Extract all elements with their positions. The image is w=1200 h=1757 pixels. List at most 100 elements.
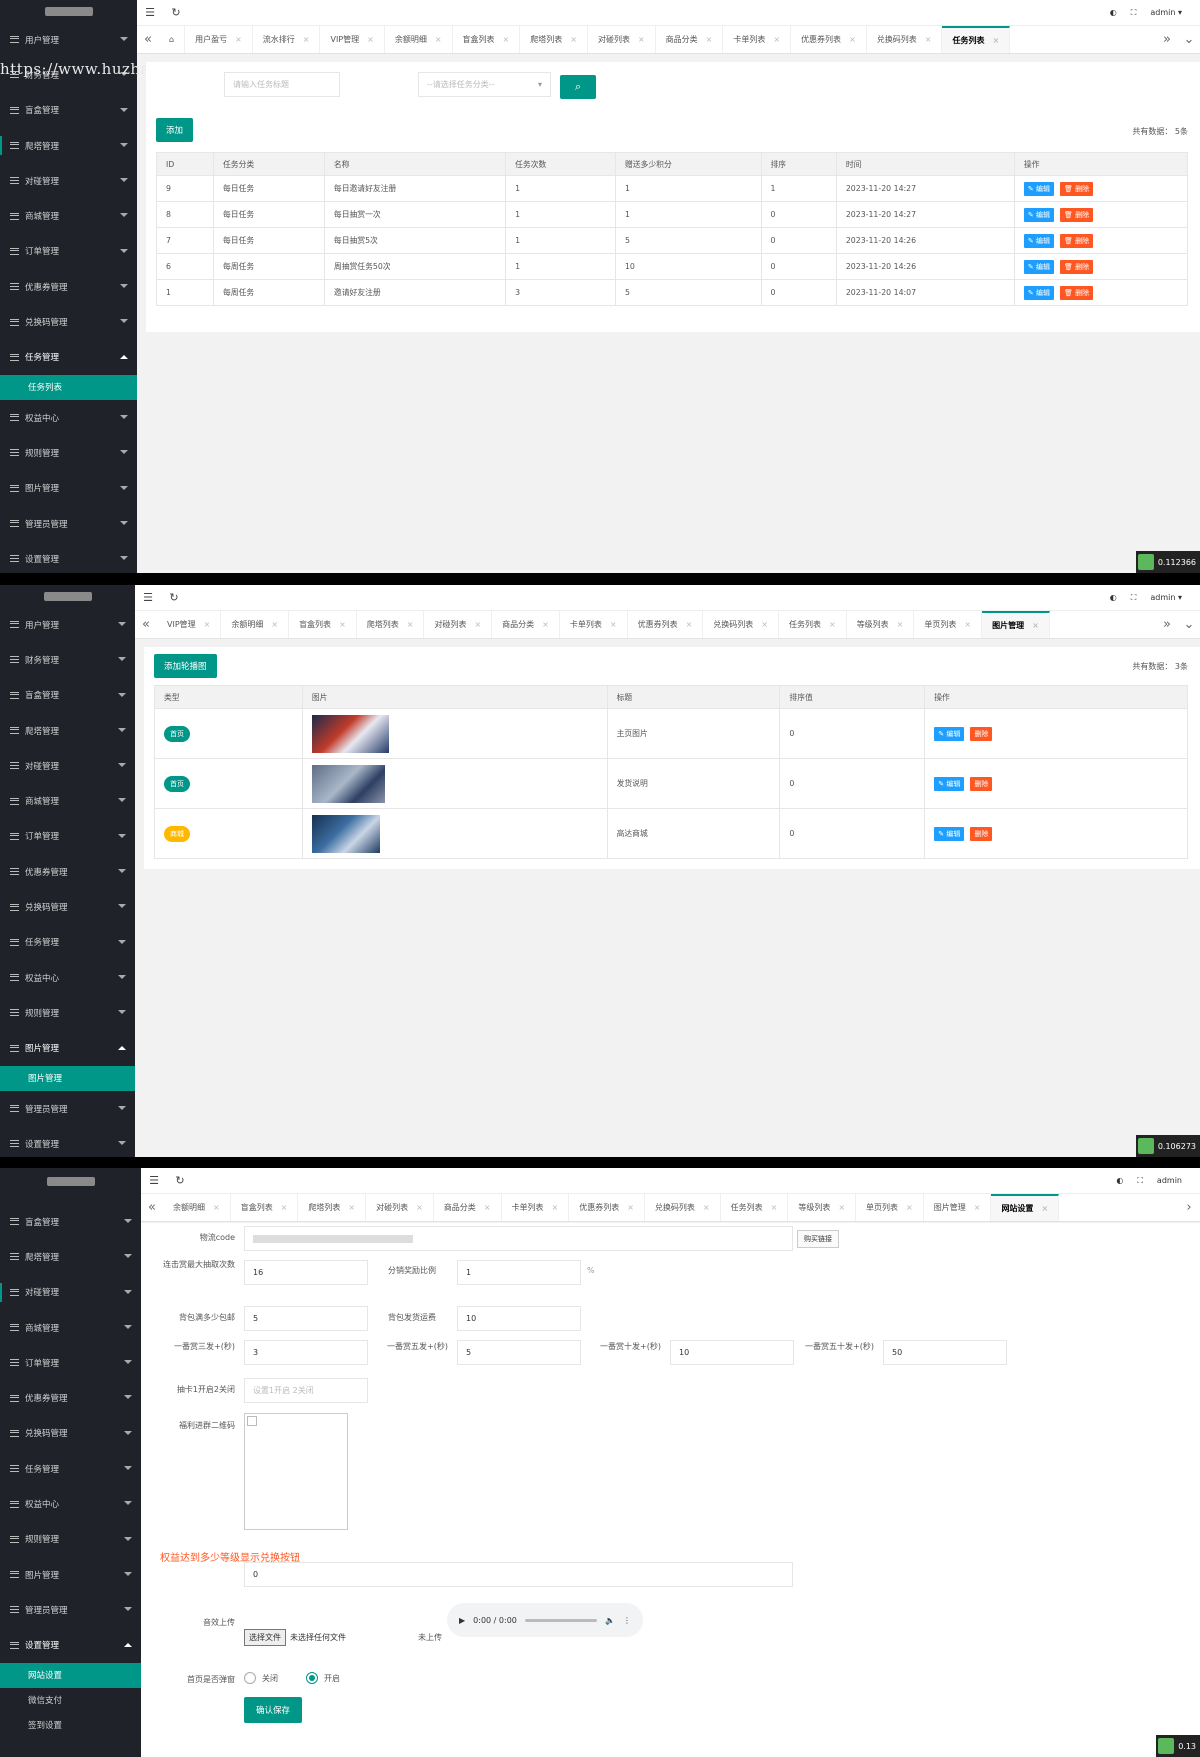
tab[interactable]: 任务列表 × bbox=[721, 1194, 789, 1221]
sidebar-subitem[interactable]: 图片管理 bbox=[0, 1065, 135, 1091]
fullscreen-icon[interactable]: ⛶ bbox=[1137, 1176, 1143, 1186]
tab[interactable]: 爬塔列表 × bbox=[298, 1194, 367, 1221]
sidebar-item[interactable]: 兑换码管理 bbox=[0, 1416, 141, 1451]
close-icon[interactable]: × bbox=[638, 35, 645, 44]
sidebar-item[interactable]: 规则管理 bbox=[0, 435, 137, 470]
close-icon[interactable]: × bbox=[235, 35, 242, 44]
buy-link-button[interactable]: 购买链接 bbox=[797, 1230, 839, 1248]
sidebar-subitem[interactable]: 网站设置 bbox=[0, 1662, 141, 1688]
tab[interactable]: 兑换码列表 × bbox=[645, 1194, 721, 1221]
close-icon[interactable]: × bbox=[281, 1203, 288, 1212]
tab[interactable]: 余额明细 × bbox=[385, 26, 453, 53]
sidebar-item[interactable]: 兑换码管理 bbox=[0, 304, 137, 339]
tab[interactable]: 商品分类 × bbox=[492, 611, 560, 638]
save-button[interactable]: 确认保存 bbox=[244, 1697, 303, 1723]
tabs-next-icon[interactable]: » bbox=[1156, 32, 1178, 47]
close-icon[interactable]: × bbox=[627, 1203, 634, 1212]
edit-button[interactable]: ✎ 编辑 bbox=[934, 826, 965, 841]
sidebar-item[interactable]: 规则管理 bbox=[0, 1522, 141, 1557]
ichiban50-input[interactable]: 50 bbox=[883, 1340, 1007, 1365]
tab[interactable]: 盲盒列表 × bbox=[453, 26, 521, 53]
delete-button[interactable]: 删除 bbox=[970, 826, 993, 841]
qrcode-image[interactable] bbox=[244, 1413, 348, 1530]
sidebar-subitem[interactable]: 微信支付 bbox=[0, 1688, 141, 1713]
close-icon[interactable]: × bbox=[838, 1203, 845, 1212]
sidebar-item[interactable]: 订单管理 bbox=[0, 1345, 141, 1380]
more-options-icon[interactable]: ⋮ bbox=[623, 1616, 631, 1625]
task-category-select[interactable]: --请选择任务分类-- ▾ bbox=[418, 72, 551, 97]
close-icon[interactable]: × bbox=[761, 620, 768, 629]
close-icon[interactable]: × bbox=[271, 620, 278, 629]
popup-on-radio[interactable] bbox=[306, 1672, 318, 1684]
close-icon[interactable]: × bbox=[706, 35, 713, 44]
tab[interactable]: 流水排行 × bbox=[253, 26, 321, 53]
close-icon[interactable]: × bbox=[213, 1203, 220, 1212]
banner-thumbnail[interactable] bbox=[311, 714, 389, 753]
close-icon[interactable]: × bbox=[570, 35, 577, 44]
tab[interactable]: 对碰列表 × bbox=[424, 611, 493, 638]
search-button[interactable]: ⌕ bbox=[560, 75, 596, 99]
tab[interactable]: 优惠券列表 × bbox=[628, 611, 704, 638]
tab[interactable]: 单页列表 × bbox=[856, 1194, 924, 1221]
add-banner-button[interactable]: 添加轮播图 bbox=[154, 654, 217, 678]
sidebar-item[interactable]: 优惠券管理 bbox=[0, 854, 135, 889]
palette-icon[interactable]: ◐ bbox=[1116, 1176, 1123, 1185]
sidebar-subitem[interactable]: 任务列表 bbox=[0, 374, 137, 400]
edit-button[interactable]: ✎ 编辑 bbox=[1023, 259, 1055, 274]
sidebar-item[interactable]: 权益中心 bbox=[0, 960, 135, 995]
ichiban10-input[interactable]: 10 bbox=[670, 1340, 794, 1365]
sidebar-item[interactable]: 图片管理 bbox=[0, 471, 137, 506]
close-icon[interactable]: × bbox=[367, 35, 374, 44]
sidebar-item[interactable]: 商城管理 bbox=[0, 1310, 141, 1345]
close-icon[interactable]: × bbox=[773, 35, 780, 44]
refresh-icon[interactable]: ↻ bbox=[161, 591, 187, 604]
sidebar-item[interactable]: 盲盒管理 bbox=[0, 93, 137, 128]
sidebar-item[interactable]: 爬塔管理 bbox=[0, 128, 137, 163]
edit-button[interactable]: ✎ 编辑 bbox=[1023, 181, 1055, 196]
close-icon[interactable]: × bbox=[897, 620, 904, 629]
close-icon[interactable]: × bbox=[771, 1203, 778, 1212]
close-icon[interactable]: × bbox=[1032, 621, 1039, 630]
close-icon[interactable]: × bbox=[964, 620, 971, 629]
tab[interactable]: 用户盈亏 × bbox=[185, 26, 253, 53]
close-icon[interactable]: × bbox=[610, 620, 617, 629]
choose-file-button[interactable]: 选择文件 bbox=[244, 1629, 286, 1646]
tab[interactable]: 兑换码列表 × bbox=[867, 26, 943, 53]
tab[interactable]: 盲盒列表 × bbox=[289, 611, 357, 638]
tab[interactable]: VIP管理 × bbox=[320, 26, 385, 53]
task-title-search-input[interactable]: 请输入任务标题 bbox=[224, 72, 340, 97]
sidebar-item[interactable]: 任务管理 bbox=[0, 925, 135, 960]
sidebar-item[interactable]: 管理员管理 bbox=[0, 506, 137, 541]
add-task-button[interactable]: 添加 bbox=[156, 118, 194, 142]
delete-button[interactable]: 🗑 删除 bbox=[1060, 285, 1094, 300]
close-icon[interactable]: × bbox=[542, 620, 549, 629]
close-icon[interactable]: × bbox=[484, 1203, 491, 1212]
sidebar-item[interactable]: 任务管理 bbox=[0, 340, 137, 375]
close-icon[interactable]: × bbox=[686, 620, 693, 629]
tab[interactable]: 兑换码列表 × bbox=[703, 611, 779, 638]
sidebar-item[interactable]: 兑换码管理 bbox=[0, 889, 135, 924]
admin-menu[interactable]: admin ▾ bbox=[1150, 8, 1182, 17]
sidebar-item[interactable]: 规则管理 bbox=[0, 995, 135, 1030]
admin-menu[interactable]: admin ▾ bbox=[1150, 593, 1182, 602]
tab[interactable]: 等级列表 × bbox=[788, 1194, 857, 1221]
delete-button[interactable]: 🗑 删除 bbox=[1060, 259, 1094, 274]
menu-fold-icon[interactable]: ☰ bbox=[135, 591, 161, 604]
popup-off-radio[interactable] bbox=[244, 1672, 256, 1684]
sidebar-item[interactable]: 商城管理 bbox=[0, 783, 135, 818]
sidebar-item[interactable]: 财务管理 bbox=[0, 642, 135, 677]
tab[interactable]: 图片管理 × bbox=[982, 611, 1050, 638]
tab[interactable]: 商品分类 × bbox=[656, 26, 724, 53]
tab[interactable]: 对碰列表 × bbox=[588, 26, 656, 53]
close-icon[interactable]: × bbox=[503, 35, 510, 44]
tab[interactable]: 单页列表 × bbox=[914, 611, 983, 638]
tab[interactable]: 卡单列表 × bbox=[723, 26, 792, 53]
volume-icon[interactable]: 🔈 bbox=[605, 1616, 615, 1625]
banner-thumbnail[interactable] bbox=[311, 814, 380, 853]
audio-progress[interactable] bbox=[524, 1618, 598, 1622]
sidebar-item[interactable]: 爬塔管理 bbox=[0, 1239, 141, 1274]
palette-icon[interactable]: ◐ bbox=[1110, 8, 1117, 17]
tabs-next-icon[interactable]: » bbox=[1156, 617, 1178, 632]
tab[interactable]: 余额明细 × bbox=[163, 1194, 231, 1221]
ichiban5-input[interactable]: 5 bbox=[457, 1340, 581, 1365]
